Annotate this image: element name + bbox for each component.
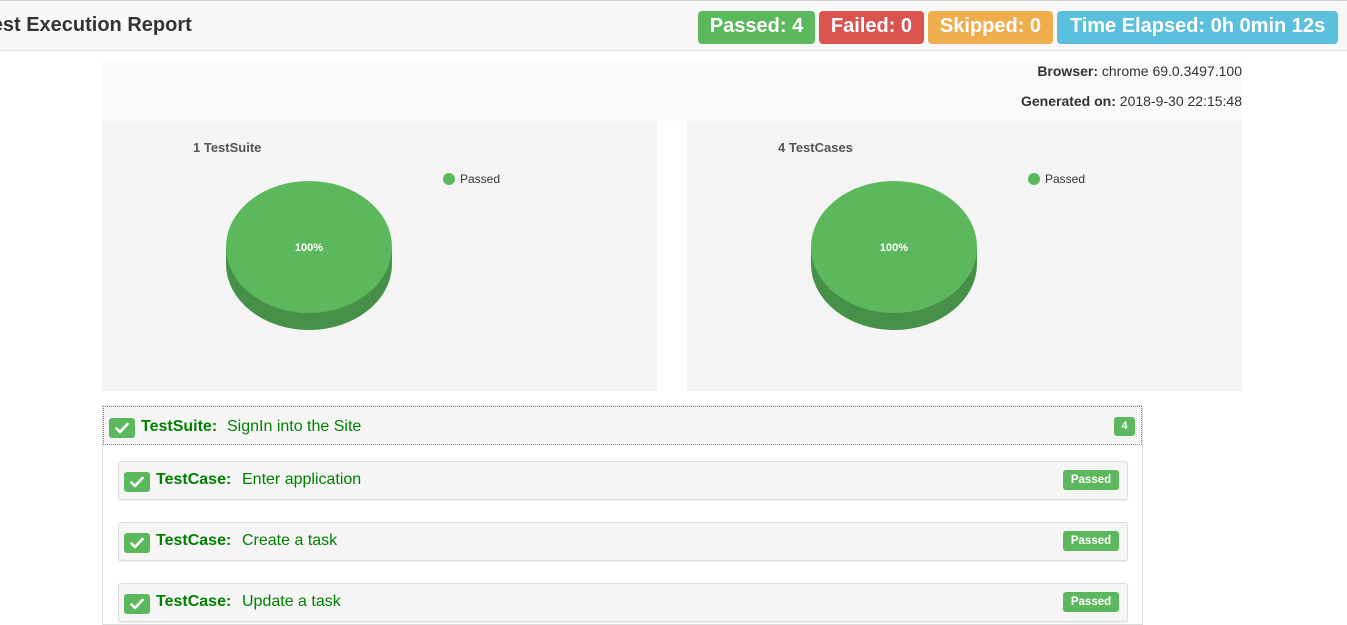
browser-info: Browser: chrome 69.0.3497.100 bbox=[1037, 63, 1242, 79]
testcase-prefix: TestCase: bbox=[156, 532, 232, 549]
legend-passed-marker bbox=[443, 173, 455, 185]
testcase-name: Create a task bbox=[242, 532, 338, 549]
testcase-name: Enter application bbox=[242, 471, 362, 488]
status-badge: Passed bbox=[1063, 470, 1119, 490]
skipped-count-badge: Skipped: 0 bbox=[928, 11, 1053, 44]
testcase-prefix: TestCase: bbox=[156, 471, 232, 488]
check-icon bbox=[124, 533, 150, 553]
chart-legend[interactable]: Passed bbox=[443, 172, 500, 186]
testsuite-pie-chart[interactable]: 100% bbox=[224, 180, 404, 340]
check-icon bbox=[124, 594, 150, 614]
testcase-count-badge: 4 bbox=[1114, 417, 1135, 436]
passed-count-badge: Passed: 4 bbox=[698, 11, 815, 44]
testcase-row[interactable]: TestCase: Update a task Passed bbox=[118, 583, 1128, 622]
legend-passed-label: Passed bbox=[1045, 172, 1086, 186]
legend-passed-marker bbox=[1028, 173, 1040, 185]
generated-value: 2018-9-30 22:15:48 bbox=[1119, 93, 1242, 109]
pie-slice-label: 100% bbox=[295, 242, 323, 254]
testsuite-name: SignIn into the Site bbox=[227, 418, 362, 435]
generated-label: Generated on: bbox=[1020, 93, 1116, 109]
chart-title: 1 TestSuite bbox=[193, 140, 262, 155]
generated-info: Generated on: 2018-9-30 22:15:48 bbox=[1021, 93, 1242, 109]
testsuite-panel: TestSuite: SignIn into the Site 4 TestCa… bbox=[102, 405, 1143, 625]
testcases-chart-panel: 4 TestCases Passed 100% bbox=[687, 121, 1242, 391]
check-icon bbox=[124, 472, 150, 492]
browser-label: Browser: bbox=[1037, 63, 1098, 79]
testcase-row[interactable]: TestCase: Create a task Passed bbox=[118, 522, 1128, 561]
check-icon bbox=[109, 418, 135, 438]
testsuite-header[interactable]: TestSuite: SignIn into the Site 4 bbox=[103, 406, 1142, 445]
status-badge: Passed bbox=[1063, 531, 1119, 551]
browser-value: chrome 69.0.3497.100 bbox=[1101, 63, 1242, 79]
chart-legend[interactable]: Passed bbox=[1028, 172, 1085, 186]
report-header: Test Execution Report Passed: 4 Failed: … bbox=[0, 0, 1347, 51]
time-elapsed-badge: Time Elapsed: 0h 0min 12s bbox=[1057, 11, 1338, 44]
testcases-pie-chart[interactable]: 100% bbox=[809, 180, 989, 340]
status-badge: Passed bbox=[1063, 592, 1119, 612]
failed-count-badge: Failed: 0 bbox=[819, 11, 924, 44]
page-title: Test Execution Report bbox=[0, 14, 192, 36]
chart-title: 4 TestCases bbox=[778, 140, 853, 155]
testcase-prefix: TestCase: bbox=[156, 593, 232, 610]
legend-passed-label: Passed bbox=[460, 172, 501, 186]
testsuite-prefix: TestSuite: bbox=[141, 418, 218, 435]
environment-info: Browser: chrome 69.0.3497.100 Generated … bbox=[102, 61, 1242, 121]
testcase-name: Update a task bbox=[242, 593, 341, 610]
pie-slice-label: 100% bbox=[880, 242, 908, 254]
testcase-row[interactable]: TestCase: Enter application Passed bbox=[118, 461, 1128, 500]
testsuite-chart-panel: 1 TestSuite Passed 100% bbox=[102, 121, 657, 391]
